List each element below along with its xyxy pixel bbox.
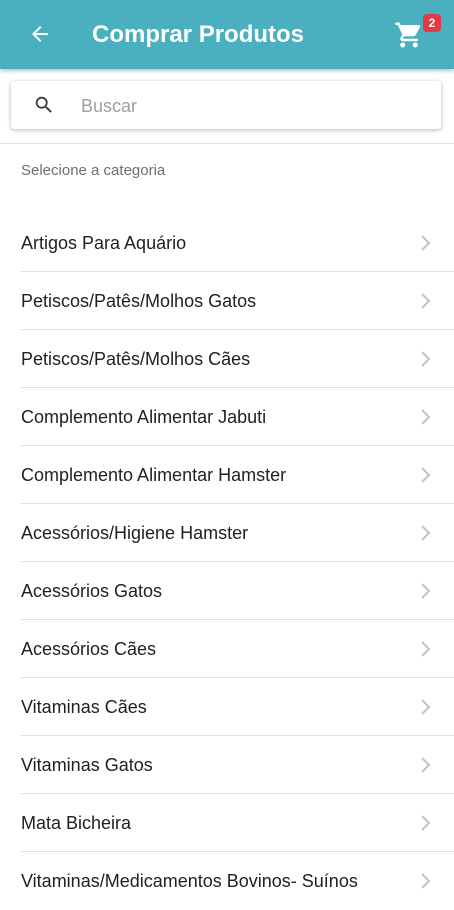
cart-button[interactable]: 2 [392, 14, 441, 54]
list-item[interactable]: Petiscos/Patês/Molhos Cães [0, 330, 454, 388]
chevron-right-icon [421, 351, 431, 367]
arrow-left-icon [32, 26, 48, 42]
search-bar[interactable] [11, 81, 441, 129]
search-input[interactable] [79, 89, 423, 123]
chevron-right-icon [421, 873, 431, 889]
search-section [0, 69, 454, 144]
list-item[interactable]: Vitaminas Cães [0, 678, 454, 736]
list-item[interactable]: Complemento Alimentar Hamster [0, 446, 454, 504]
chevron-right-icon [421, 699, 431, 715]
list-item-label: Acessórios Cães [21, 639, 157, 659]
chevron-right-icon [421, 467, 431, 483]
list-item-label: Vitaminas Gatos [21, 755, 153, 775]
chevron-right-icon [421, 409, 431, 425]
list-item[interactable]: Vitaminas/Medicamentos Bovinos- Suínos [0, 852, 454, 910]
category-list: Artigos Para Aquário Petiscos/Patês/Molh… [0, 214, 454, 910]
list-item[interactable]: Petiscos/Patês/Molhos Gatos [0, 272, 454, 330]
cart-count-badge: 2 [423, 14, 441, 32]
back-button[interactable] [22, 16, 58, 52]
chevron-right-icon [421, 815, 431, 831]
list-item[interactable]: Mata Bicheira [0, 794, 454, 852]
list-item-label: Acessórios/Higiene Hamster [21, 523, 249, 543]
chevron-right-icon [421, 757, 431, 773]
chevron-right-icon [421, 641, 431, 657]
list-item-label: Vitaminas Cães [21, 697, 147, 717]
chevron-right-icon [421, 235, 431, 251]
list-item[interactable]: Acessórios Gatos [0, 562, 454, 620]
page-title: Comprar Produtos [92, 21, 305, 48]
list-item-label: Mata Bicheira [21, 813, 132, 833]
list-item-label: Vitaminas/Medicamentos Bovinos- Suínos [21, 871, 358, 891]
list-item[interactable]: Complemento Alimentar Jabuti [0, 388, 454, 446]
list-item[interactable]: Artigos Para Aquário [0, 214, 454, 272]
list-item-label: Petiscos/Patês/Molhos Gatos [21, 291, 257, 311]
chevron-right-icon [421, 583, 431, 599]
app-bar: Comprar Produtos 2 [0, 0, 454, 69]
list-item-label: Artigos Para Aquário [21, 233, 187, 253]
list-item[interactable]: Acessórios Cães [0, 620, 454, 678]
list-item-label: Complemento Alimentar Jabuti [21, 407, 267, 427]
list-item-label: Acessórios Gatos [21, 581, 163, 601]
search-icon [35, 96, 52, 113]
shopping-cart-icon [395, 22, 421, 48]
list-item-label: Complemento Alimentar Hamster [21, 465, 287, 485]
chevron-right-icon [421, 293, 431, 309]
chevron-right-icon [421, 525, 431, 541]
list-item[interactable]: Vitaminas Gatos [0, 736, 454, 794]
category-section-label: Selecione a categoria [21, 162, 166, 179]
list-item-label: Petiscos/Patês/Molhos Cães [21, 349, 251, 369]
list-item[interactable]: Acessórios/Higiene Hamster [0, 504, 454, 562]
